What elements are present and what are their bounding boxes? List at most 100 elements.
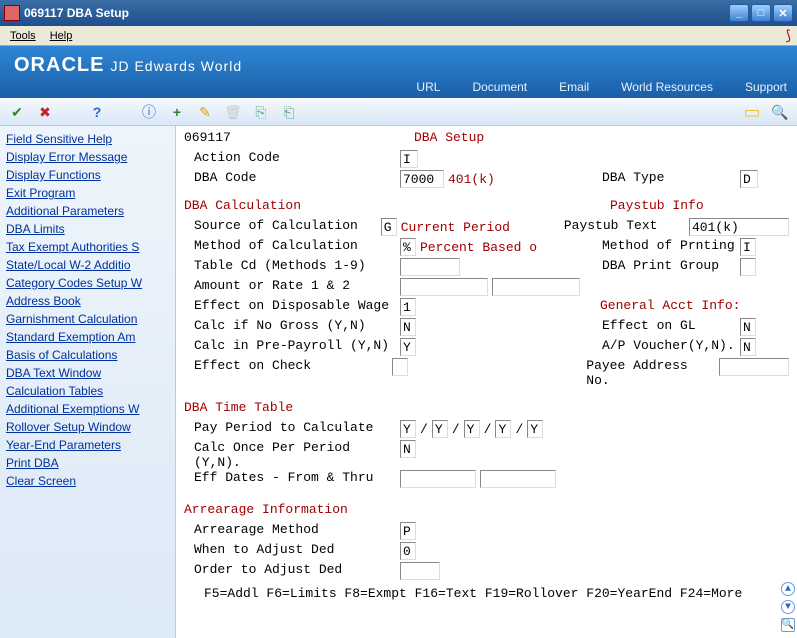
nav-support[interactable]: Support [745, 80, 787, 94]
scroll-up-icon[interactable]: ▲ [781, 582, 795, 596]
dba-print-group-input[interactable] [740, 258, 756, 276]
window-titlebar: 069117 DBA Setup _ □ ✕ [0, 0, 797, 26]
calc-once-input[interactable] [400, 440, 416, 458]
eff-thru-input[interactable] [480, 470, 556, 488]
table-cd-input[interactable] [400, 258, 460, 276]
method-calc-input[interactable] [400, 238, 416, 256]
delete-icon: 🗑 [224, 103, 242, 121]
dba-code-label: DBA Code [184, 170, 400, 185]
sidebar-item-5[interactable]: DBA Limits [0, 220, 175, 238]
effect-check-input[interactable] [392, 358, 408, 376]
pay-period-label: Pay Period to Calculate [184, 420, 400, 435]
source-calc-desc: Current Period [401, 220, 510, 235]
order-adjust-input[interactable] [400, 562, 440, 580]
note-icon[interactable]: ▭ [743, 103, 761, 121]
sidebar-item-9[interactable]: Address Book [0, 292, 175, 310]
calc-no-gross-input[interactable] [400, 318, 416, 336]
app-icon [4, 5, 20, 21]
pay-period-1-input[interactable] [400, 420, 416, 438]
arrearage-method-label: Arrearage Method [184, 522, 400, 537]
menubar: Tools Help ⟆ [0, 26, 797, 46]
export-icon[interactable]: ⎘ [252, 103, 270, 121]
sidebar-item-10[interactable]: Garnishment Calculation [0, 310, 175, 328]
sidebar: Field Sensitive HelpDisplay Error Messag… [0, 126, 176, 638]
sidebar-item-17[interactable]: Year-End Parameters [0, 436, 175, 454]
when-adjust-input[interactable] [400, 542, 416, 560]
calc-pre-input[interactable] [400, 338, 416, 356]
sidebar-item-12[interactable]: Basis of Calculations [0, 346, 175, 364]
ap-voucher-label: A/P Voucher(Y,N). [600, 338, 740, 353]
pay-period-3-input[interactable] [464, 420, 480, 438]
effect-gl-input[interactable] [740, 318, 756, 336]
paystub-info-header: Paystub Info [610, 198, 704, 213]
scroll-down-icon[interactable]: ▼ [781, 600, 795, 614]
dba-code-input[interactable] [400, 170, 444, 188]
sidebar-item-4[interactable]: Additional Parameters [0, 202, 175, 220]
sidebar-item-2[interactable]: Display Functions [0, 166, 175, 184]
dba-time-table-header: DBA Time Table [184, 400, 293, 415]
sidebar-item-1[interactable]: Display Error Message [0, 148, 175, 166]
calc-once-label: Calc Once Per Period (Y,N). [184, 440, 400, 470]
method-print-label: Method of Prnting [600, 238, 740, 253]
nav-document[interactable]: Document [472, 80, 527, 94]
sidebar-item-0[interactable]: Field Sensitive Help [0, 130, 175, 148]
action-code-label: Action Code [184, 150, 400, 165]
nav-resources[interactable]: World Resources [621, 80, 713, 94]
sidebar-item-18[interactable]: Print DBA [0, 454, 175, 472]
dba-print-group-label: DBA Print Group [600, 258, 740, 273]
cancel-icon[interactable]: ✖ [36, 103, 54, 121]
minimize-button[interactable]: _ [729, 4, 749, 22]
sidebar-item-14[interactable]: Calculation Tables [0, 382, 175, 400]
zoom-icon[interactable]: 🔍 [781, 618, 795, 632]
sidebar-item-19[interactable]: Clear Screen [0, 472, 175, 490]
sidebar-item-3[interactable]: Exit Program [0, 184, 175, 202]
effect-check-label: Effect on Check [184, 358, 392, 373]
pay-period-4-input[interactable] [495, 420, 511, 438]
search-icon[interactable]: 🔍 [771, 103, 789, 121]
effect-disp-input[interactable] [400, 298, 416, 316]
nav-email[interactable]: Email [559, 80, 589, 94]
sidebar-item-15[interactable]: Additional Exemptions W [0, 400, 175, 418]
payee-addr-input[interactable] [719, 358, 789, 376]
eff-from-input[interactable] [400, 470, 476, 488]
import-icon[interactable]: ⎗ [280, 103, 298, 121]
accept-icon[interactable]: ✔ [8, 103, 26, 121]
edit-icon[interactable]: ✎ [196, 103, 214, 121]
pay-period-2-input[interactable] [432, 420, 448, 438]
source-calc-input[interactable] [381, 218, 397, 236]
sidebar-item-8[interactable]: Category Codes Setup W [0, 274, 175, 292]
info-icon[interactable]: ⓘ [140, 103, 158, 121]
order-adjust-label: Order to Adjust Ded [184, 562, 400, 577]
oracle-decoration: ⟆ [786, 27, 791, 44]
amount-rate2-input[interactable] [492, 278, 580, 296]
action-code-input[interactable] [400, 150, 418, 168]
method-print-input[interactable] [740, 238, 756, 256]
nav-url[interactable]: URL [416, 80, 440, 94]
ap-voucher-input[interactable] [740, 338, 756, 356]
arrearage-header: Arrearage Information [184, 502, 348, 517]
maximize-button[interactable]: □ [751, 4, 771, 22]
calc-pre-label: Calc in Pre-Payroll (Y,N) [184, 338, 400, 353]
sidebar-item-6[interactable]: Tax Exempt Authorities S [0, 238, 175, 256]
amount-rate-label: Amount or Rate 1 & 2 [184, 278, 400, 293]
eff-dates-label: Eff Dates - From & Thru [184, 470, 400, 485]
dba-type-input[interactable] [740, 170, 758, 188]
arrearage-method-input[interactable] [400, 522, 416, 540]
help-icon[interactable]: ? [88, 103, 106, 121]
pay-period-5-input[interactable] [527, 420, 543, 438]
add-icon[interactable]: + [168, 103, 186, 121]
close-button[interactable]: ✕ [773, 4, 793, 22]
main-form: 069117 DBA Setup Action Code DBA Code 40… [176, 126, 797, 638]
sidebar-item-13[interactable]: DBA Text Window [0, 364, 175, 382]
paystub-text-input[interactable] [689, 218, 789, 236]
payee-addr-label: Payee Address No. [584, 358, 719, 388]
sidebar-item-7[interactable]: State/Local W-2 Additio [0, 256, 175, 274]
dba-calculation-header: DBA Calculation [184, 198, 610, 213]
method-calc-label: Method of Calculation [184, 238, 400, 253]
effect-gl-label: Effect on GL [600, 318, 740, 333]
amount-rate1-input[interactable] [400, 278, 488, 296]
menu-help[interactable]: Help [44, 29, 79, 43]
sidebar-item-11[interactable]: Standard Exemption Am [0, 328, 175, 346]
menu-tools[interactable]: Tools [4, 29, 42, 43]
sidebar-item-16[interactable]: Rollover Setup Window [0, 418, 175, 436]
